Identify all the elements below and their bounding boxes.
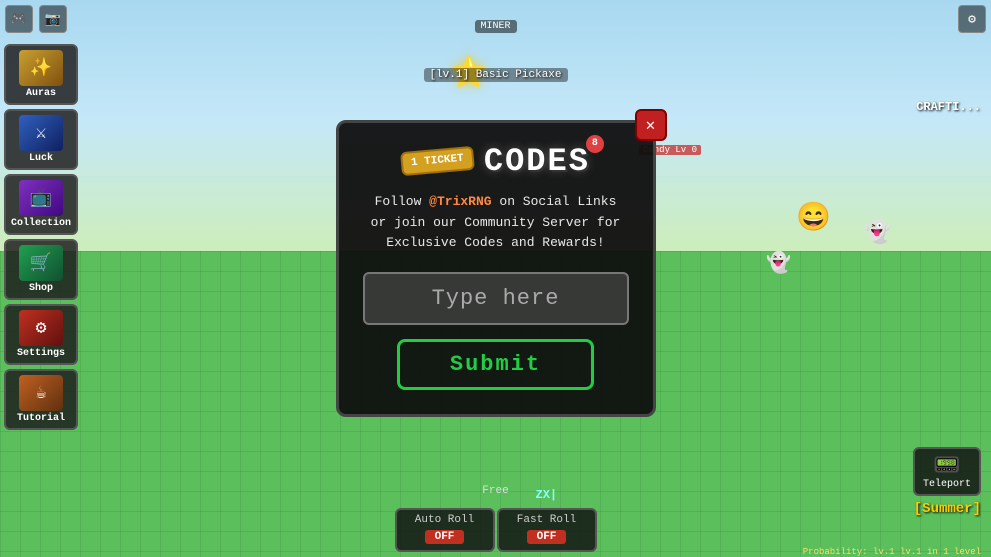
- submit-button[interactable]: Submit: [397, 339, 594, 390]
- codes-badge-count: 8: [586, 135, 604, 153]
- desc-follow-text: Follow: [375, 194, 430, 209]
- modal-overlay: ✕ 1 TICKET CODES 8 Follow @TrixRNG on So…: [0, 0, 991, 557]
- close-icon: ✕: [646, 115, 656, 135]
- username-highlight: @TrixRNG: [429, 194, 491, 209]
- codes-title: CODES: [484, 143, 590, 180]
- code-input[interactable]: [363, 272, 629, 325]
- codes-modal: ✕ 1 TICKET CODES 8 Follow @TrixRNG on So…: [336, 120, 656, 417]
- desc-social-text: on Social Links: [492, 194, 617, 209]
- desc-join-text: or join our Community Server for: [371, 215, 621, 230]
- desc-exclusive-text: Exclusive Codes and Rewards!: [386, 235, 604, 250]
- codes-title-container: CODES 8: [484, 143, 590, 180]
- modal-description: Follow @TrixRNG on Social Links or join …: [363, 192, 629, 254]
- modal-header: 1 TICKET CODES 8: [363, 143, 629, 180]
- ticket-badge: 1 TICKET: [400, 146, 475, 176]
- close-modal-button[interactable]: ✕: [635, 109, 667, 141]
